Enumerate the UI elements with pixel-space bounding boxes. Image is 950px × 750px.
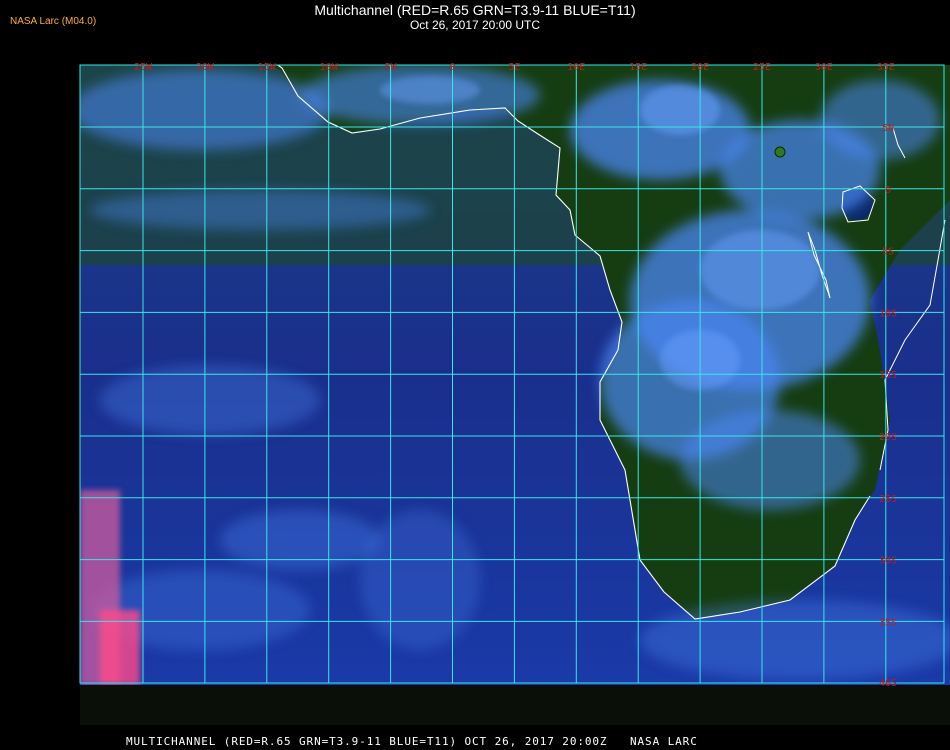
longitude-label: 20E xyxy=(691,62,709,73)
longitude-label: 10E xyxy=(567,62,585,73)
footer-caption: MULTICHANNEL (RED=R.65 GRN=T3.9-11 BLUE=… xyxy=(126,735,698,748)
longitude-label: 30E xyxy=(815,62,833,73)
lake-chad-marker xyxy=(774,146,786,158)
latitude-label: 40S xyxy=(879,678,897,689)
longitude-label: 20W xyxy=(196,62,215,73)
latitude-label: 20S xyxy=(879,432,897,443)
latitude-label: 5N xyxy=(882,123,894,134)
latitude-label: 10S xyxy=(879,308,897,319)
longitude-label: 15E xyxy=(629,62,647,73)
latitude-label: 15S xyxy=(879,370,897,381)
satellite-map: 25W 20W 15W 10W 5W 0 5E 10E 15E 20E 25E 30E 35E 5N 0 5… xyxy=(79,62,950,689)
latitude-label: 30S xyxy=(879,556,897,567)
longitude-label: 25E xyxy=(753,62,771,73)
longitude-label: 5W xyxy=(385,62,398,73)
latitude-label: 5S xyxy=(882,247,894,258)
latitude-label: 0 xyxy=(885,185,891,196)
latitude-label: 35S xyxy=(879,617,897,628)
latitude-label: 25S xyxy=(879,494,897,505)
longitude-label: 10W xyxy=(320,62,339,73)
longitude-label: 0 xyxy=(449,62,455,73)
longitude-label: 15W xyxy=(258,62,277,73)
longitude-label: 5E xyxy=(508,62,520,73)
longitude-label: 35E xyxy=(877,62,895,73)
longitude-label: 25W xyxy=(134,62,153,73)
